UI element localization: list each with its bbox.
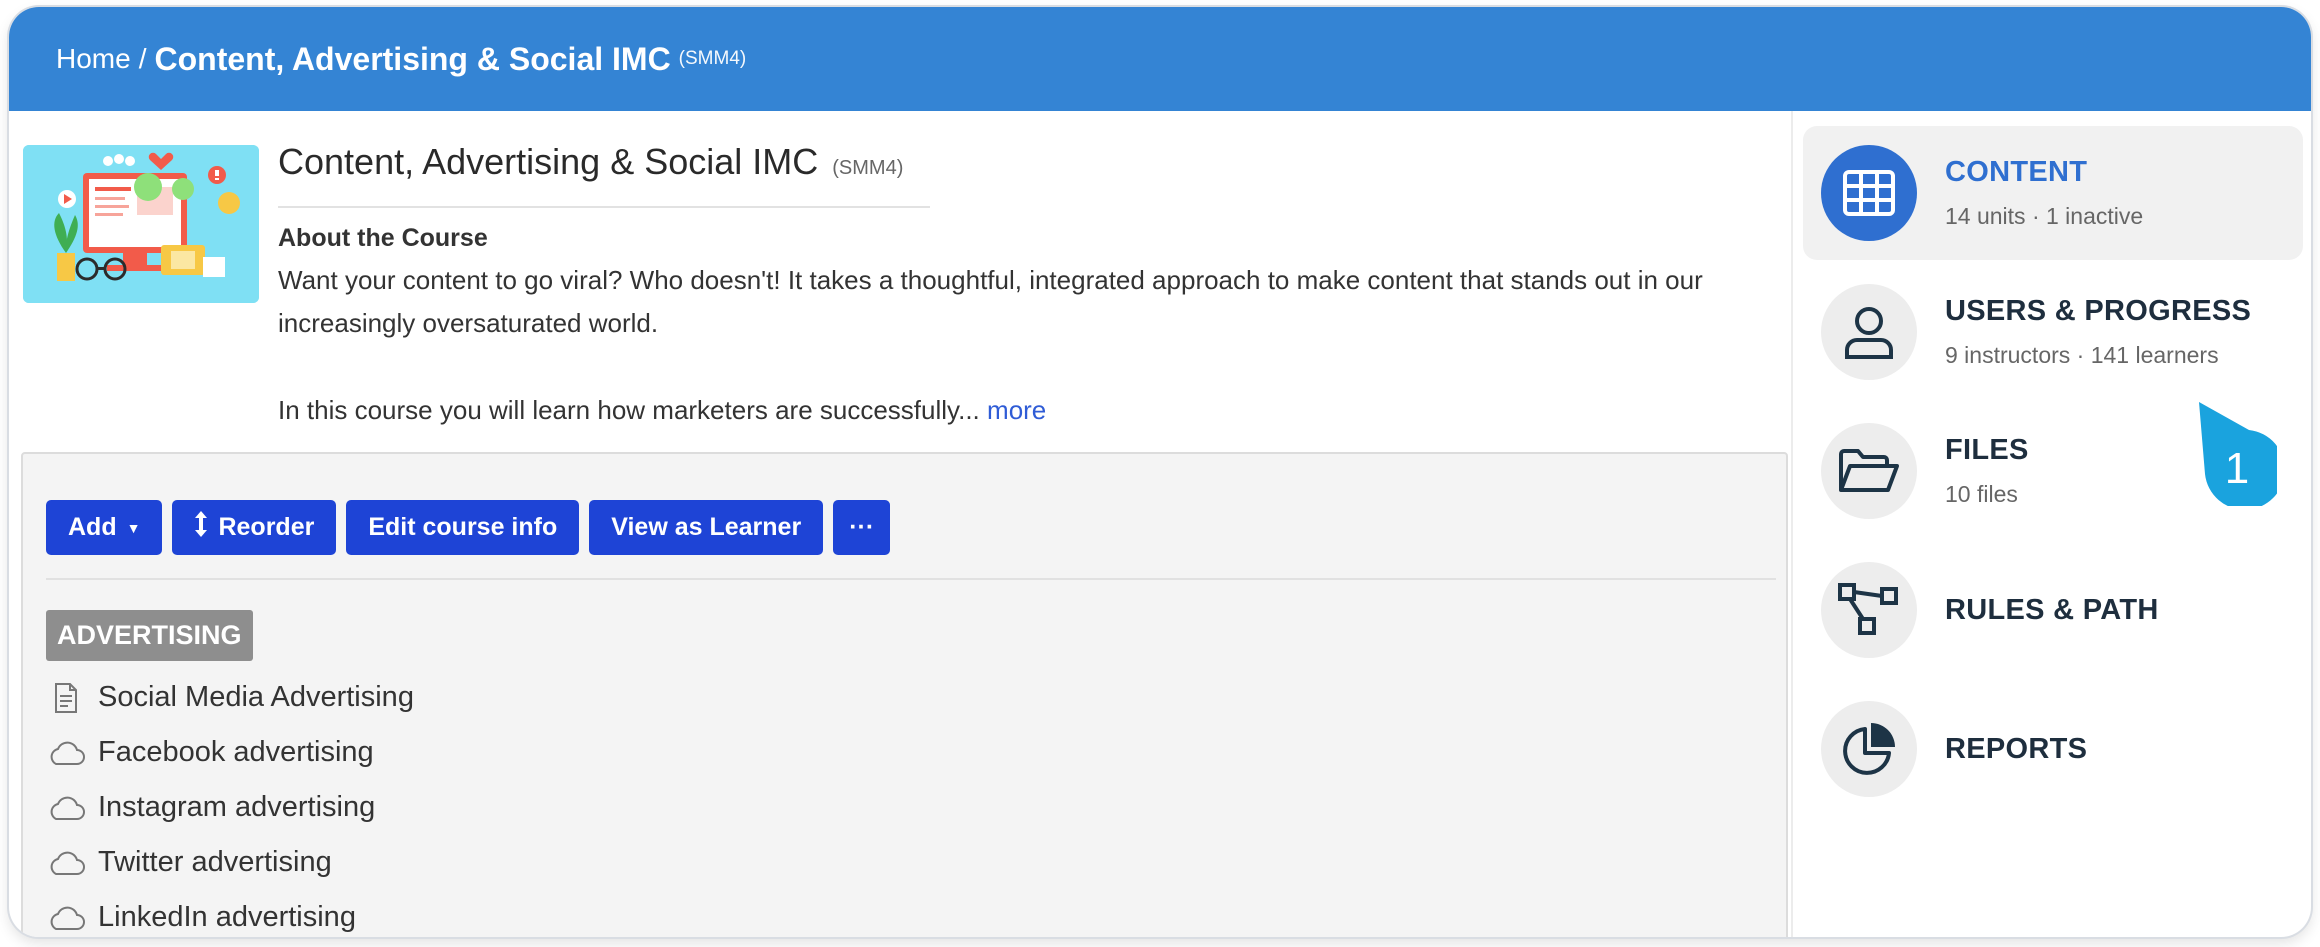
sidebar-item-rules-path[interactable]: RULES & PATH	[1803, 543, 2303, 677]
course-thumbnail	[23, 145, 259, 303]
cloud-icon	[46, 791, 86, 825]
sidebar-item-title: REPORTS	[1945, 732, 2088, 765]
sidebar-item-reports[interactable]: REPORTS	[1803, 682, 2303, 816]
sidebar-item-subtitle: 10 files	[1945, 481, 2018, 507]
breadcrumb-separator: /	[138, 43, 147, 74]
add-button-label: Add	[68, 513, 117, 541]
edit-course-info-button[interactable]: Edit course info	[346, 500, 580, 555]
folder-icon	[1821, 423, 1917, 519]
unit-label: Facebook advertising	[98, 736, 374, 768]
app-window: Home / Content, Advertising & Social IMC…	[9, 7, 2311, 937]
course-code: (SMM4)	[832, 157, 904, 179]
path-icon	[1821, 562, 1917, 658]
unit-label: Twitter advertising	[98, 846, 332, 878]
unit-label: LinkedIn advertising	[98, 901, 356, 933]
course-title: Content, Advertising & Social IMC (SMM4)	[278, 141, 903, 183]
sidebar-item-files[interactable]: FILES 10 files	[1803, 404, 2303, 538]
updown-arrow-icon	[194, 510, 208, 545]
about-text: Want your content to go viral? Who doesn…	[278, 265, 1703, 338]
reorder-button[interactable]: Reorder	[172, 500, 337, 555]
unit-label: Instagram advertising	[98, 791, 376, 823]
more-options-button[interactable]: ···	[833, 500, 891, 555]
toolbar: Add ▼ Reorder Edit course info View as L…	[46, 500, 891, 555]
section-label: ADVERTISING	[46, 610, 253, 661]
content-panel: Add ▼ Reorder Edit course info View as L…	[21, 452, 1788, 937]
cloud-icon	[46, 736, 86, 770]
course-main: Content, Advertising & Social IMC (SMM4)…	[9, 111, 1791, 937]
course-sidebar: CONTENT 14 units · 1 inactive USERS & PR…	[1791, 111, 2311, 937]
cloud-icon	[46, 901, 86, 935]
breadcrumb-home[interactable]: Home	[56, 43, 131, 75]
unit-item[interactable]: Social Media Advertising	[46, 670, 414, 725]
sidebar-item-title: FILES	[1945, 434, 2029, 466]
sidebar-item-subtitle: 14 units · 1 inactive	[1945, 203, 2144, 229]
about-text-2-body: In this course you will learn how market…	[278, 395, 980, 425]
sidebar-item-title: CONTENT	[1945, 156, 2088, 188]
unit-item[interactable]: Facebook advertising	[46, 725, 414, 780]
document-icon	[46, 681, 86, 715]
unit-label: Social Media Advertising	[98, 681, 414, 713]
about-text-2: In this course you will learn how market…	[278, 395, 1046, 426]
sidebar-item-content[interactable]: CONTENT 14 units · 1 inactive	[1803, 126, 2303, 260]
more-link[interactable]: more	[987, 395, 1046, 425]
header-bar: Home / Content, Advertising & Social IMC…	[9, 7, 2311, 111]
pie-chart-icon	[1821, 701, 1917, 797]
user-icon	[1821, 284, 1917, 380]
add-button[interactable]: Add ▼	[46, 500, 163, 555]
sidebar-item-title: RULES & PATH	[1945, 593, 2159, 626]
caret-down-icon: ▼	[126, 519, 141, 536]
sidebar-item-title: USERS & PROGRESS	[1945, 295, 2252, 327]
unit-item[interactable]: LinkedIn advertising	[46, 890, 414, 937]
reorder-button-label: Reorder	[218, 513, 315, 541]
cloud-icon	[46, 846, 86, 880]
breadcrumb-current: Content, Advertising & Social IMC	[154, 40, 671, 77]
unit-list: Social Media Advertising Facebook advert…	[46, 670, 414, 937]
course-title-text: Content, Advertising & Social IMC	[278, 141, 819, 182]
unit-item[interactable]: Twitter advertising	[46, 835, 414, 890]
about-heading: About the Course	[278, 224, 488, 252]
more-options-label: ···	[849, 513, 875, 541]
breadcrumb-code: (SMM4)	[678, 48, 747, 69]
unit-item[interactable]: Instagram advertising	[46, 780, 414, 835]
panel-divider	[46, 578, 1776, 580]
title-divider	[278, 206, 930, 208]
sidebar-item-users-progress[interactable]: USERS & PROGRESS 9 instructors · 141 lea…	[1803, 265, 2303, 399]
sidebar-item-subtitle: 9 instructors · 141 learners	[1945, 342, 2219, 368]
grid-icon	[1821, 145, 1917, 241]
view-as-learner-button[interactable]: View as Learner	[589, 500, 824, 555]
